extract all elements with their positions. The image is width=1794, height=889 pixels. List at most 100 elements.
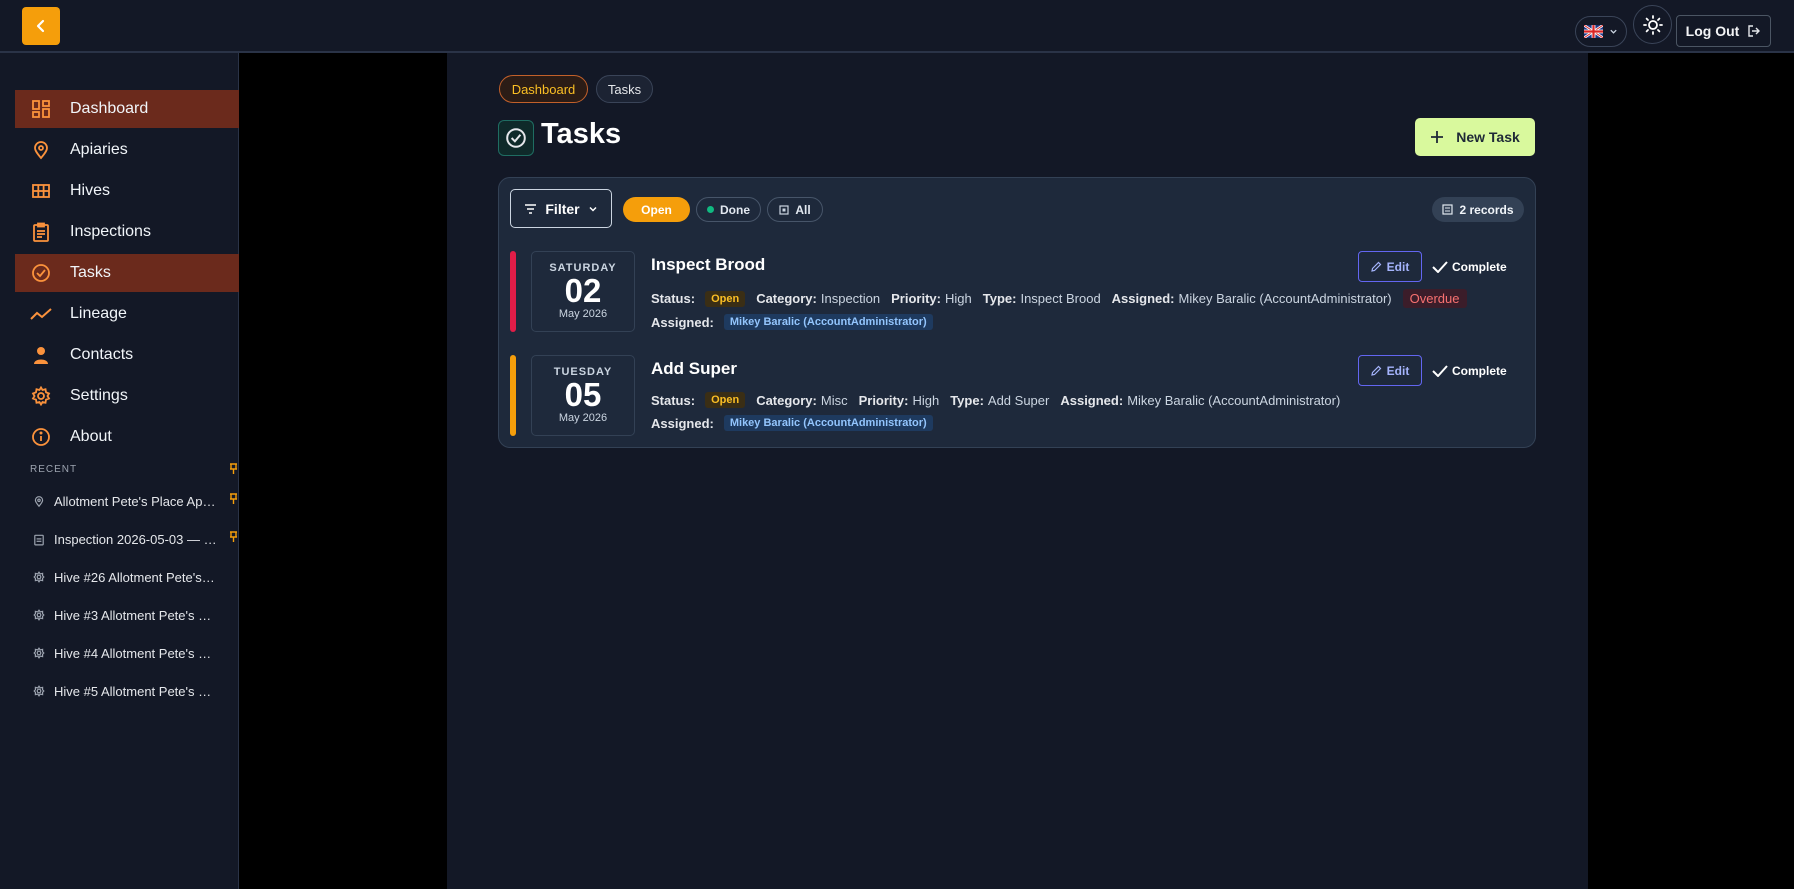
sidebar-item-inspections[interactable]: Inspections [15, 213, 239, 251]
status-badge: Open [705, 290, 746, 307]
pill-label: Open [641, 202, 672, 217]
pin-icon[interactable] [229, 531, 238, 543]
breadcrumb-dashboard[interactable]: Dashboard [499, 75, 588, 103]
plus-icon [1431, 131, 1444, 143]
task-meta: Status: Open Category: Inspection Priority… [651, 289, 1467, 308]
complete-button[interactable]: Complete [1432, 360, 1512, 382]
edit-button[interactable]: Edit [1358, 251, 1422, 282]
uk-flag-icon [1584, 25, 1603, 38]
recent-item[interactable]: Inspection 2026-05-03 — … [32, 528, 222, 550]
overdue-badge: Overdue [1402, 289, 1467, 308]
complete-label: Complete [1452, 260, 1507, 274]
recent-item[interactable]: Hive #5 Allotment Pete's … [32, 680, 222, 702]
location-pin-icon [32, 494, 46, 508]
status-badge: Open [705, 392, 746, 408]
hive-icon [32, 608, 46, 622]
assignee-tag[interactable]: Mikey Baralic (AccountAdministrator) [723, 314, 933, 330]
sidebar-item-about[interactable]: About [15, 418, 239, 456]
recent-item-label: Hive #4 Allotment Pete's … [54, 645, 212, 661]
sidebar-item-lineage[interactable]: Lineage [15, 295, 239, 333]
records-count-badge: 2 records [1432, 197, 1524, 222]
category-label: Category: [756, 291, 817, 306]
type-label: Type: [950, 392, 984, 408]
sidebar-item-settings[interactable]: Settings [15, 377, 239, 415]
category-value: Inspection [820, 291, 881, 306]
filter-pill-all[interactable]: All [767, 197, 823, 222]
logout-button[interactable]: Log Out [1676, 15, 1771, 47]
sidebar-item-label: Lineage [70, 305, 127, 322]
priority-label: Priority: [858, 392, 909, 408]
task-meta: Status: Open Category: Misc Priority: High … [651, 392, 1351, 408]
pencil-icon [1370, 261, 1382, 272]
records-label: 2 records [1459, 202, 1514, 217]
edit-button[interactable]: Edit [1358, 355, 1422, 386]
sidebar-item-label: Dashboard [70, 100, 149, 117]
clipboard-icon [30, 221, 52, 243]
theme-toggle[interactable] [1633, 5, 1672, 44]
checkmark-icon [1432, 365, 1448, 377]
complete-button[interactable]: Complete [1432, 256, 1512, 278]
recent-item[interactable]: Hive #3 Allotment Pete's … [32, 604, 222, 626]
back-button[interactable] [22, 7, 60, 45]
assigned-label: Assigned: [651, 415, 714, 431]
task-row[interactable]: SATURDAY 02 May 2026 Inspect Brood Statu… [510, 251, 1524, 333]
task-date: SATURDAY 02 May 2026 [531, 251, 635, 332]
pin-icon[interactable] [229, 493, 238, 505]
sun-icon [1642, 14, 1663, 35]
filter-pill-open[interactable]: Open [623, 197, 690, 222]
sidebar-item-hives[interactable]: Hives [15, 172, 239, 210]
priority-label: Priority: [891, 291, 941, 306]
sidebar-item-contacts[interactable]: Contacts [15, 336, 239, 374]
recent-item[interactable]: Hive #4 Allotment Pete's … [32, 642, 222, 664]
pin-icon[interactable] [229, 463, 238, 475]
assigned-label: Assigned: [651, 314, 714, 330]
pencil-icon [1370, 365, 1382, 376]
recent-item-label: Hive #26 Allotment Pete's… [54, 569, 215, 585]
type-value: Inspect Brood [1020, 291, 1101, 306]
filter-pill-done[interactable]: Done [696, 197, 761, 222]
hive-icon [32, 646, 46, 660]
complete-label: Complete [1452, 364, 1507, 378]
type-label: Type: [982, 291, 1017, 306]
location-pin-icon [30, 139, 52, 161]
recent-item-label: Hive #3 Allotment Pete's … [54, 607, 212, 623]
top-bar: Log Out [0, 0, 1794, 53]
gear-icon [30, 385, 52, 407]
sidebar-item-label: Apiaries [70, 141, 128, 158]
task-title[interactable]: Inspect Brood [651, 255, 765, 275]
sidebar-item-apiaries[interactable]: Apiaries [15, 131, 239, 169]
assigned-label: Assigned: [1060, 392, 1124, 408]
new-task-button[interactable]: New Task [1415, 118, 1535, 156]
list-icon [1442, 204, 1454, 215]
assigned-value: Mikey Baralic (AccountAdministrator) [1127, 392, 1341, 408]
task-row[interactable]: TUESDAY 05 May 2026 Add Super Status: Ope… [510, 355, 1524, 437]
filter-button[interactable]: Filter [510, 189, 612, 228]
sidebar-item-tasks[interactable]: Tasks [15, 254, 239, 292]
priority-value: High [944, 291, 972, 306]
sidebar-item-label: Settings [70, 387, 128, 404]
clipboard-icon [32, 532, 46, 546]
sidebar-item-dashboard[interactable]: Dashboard [15, 90, 239, 128]
status-label: Status: [651, 392, 696, 408]
dashboard-icon [30, 98, 52, 120]
recent-item[interactable]: Allotment Pete's Place Ap… [32, 490, 222, 512]
all-square-icon [779, 204, 789, 215]
assigned-value: Mikey Baralic (AccountAdministrator) [1178, 291, 1392, 306]
checkmark-icon [1432, 261, 1448, 273]
breadcrumb-tasks[interactable]: Tasks [596, 75, 653, 103]
task-assignee-row: Assigned: Mikey Baralic (AccountAdminist… [651, 314, 933, 330]
grid-icon [30, 180, 52, 202]
info-icon [30, 426, 52, 448]
pill-label: All [795, 202, 811, 217]
sidebar-item-label: Tasks [70, 264, 111, 281]
sidebar-item-label: Hives [70, 182, 111, 199]
type-value: Add Super [987, 392, 1050, 408]
sidebar-item-label: About [70, 428, 112, 445]
language-selector[interactable] [1575, 16, 1627, 47]
assignee-tag[interactable]: Mikey Baralic (AccountAdministrator) [723, 415, 933, 431]
task-title[interactable]: Add Super [651, 359, 737, 379]
page-title: Tasks [541, 118, 622, 150]
recent-item[interactable]: Hive #26 Allotment Pete's… [32, 566, 222, 588]
task-day: 02 [564, 272, 602, 309]
pending-accent-bar [510, 355, 516, 436]
